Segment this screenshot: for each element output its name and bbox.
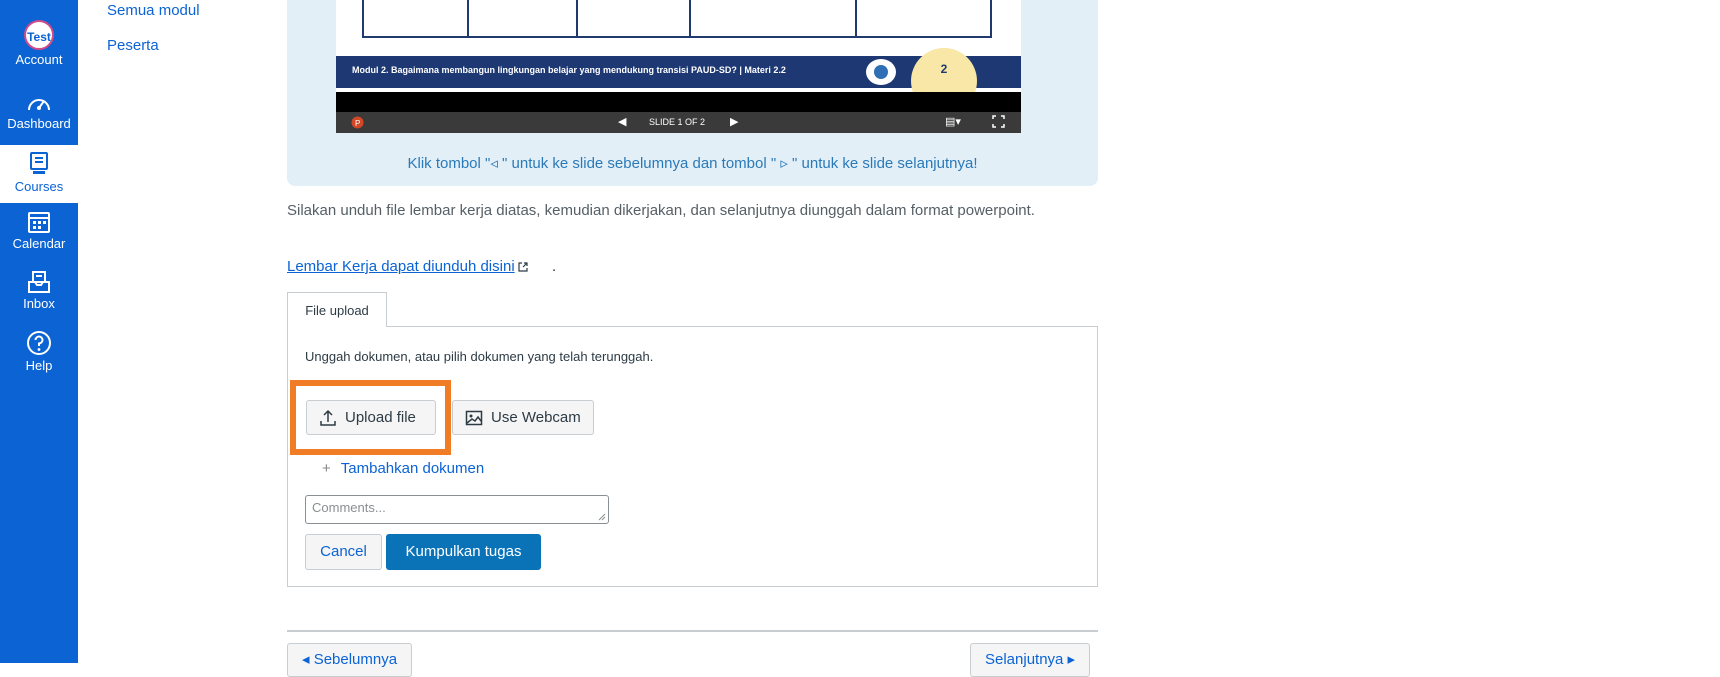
- slide-viewer: Modul 2. Bagaimana membangun lingkungan …: [336, 0, 1021, 133]
- comments-textarea[interactable]: Comments...: [305, 495, 609, 524]
- nav-calendar[interactable]: Calendar: [0, 210, 78, 268]
- calendar-icon: [28, 212, 50, 233]
- nav-inbox-label: Inbox: [23, 296, 55, 311]
- avatar-text: Test: [27, 30, 51, 44]
- highlight-box: [290, 380, 451, 455]
- add-document-label: Tambahkan dokumen: [340, 460, 485, 477]
- nav-dashboard-label: Dashboard: [7, 116, 71, 131]
- submit-assignment-button[interactable]: Kumpulkan tugas: [386, 534, 541, 570]
- courses-icon: [30, 152, 48, 174]
- slide-counter: SLIDE 1 OF 2: [649, 117, 706, 127]
- image-icon: [465, 410, 483, 426]
- worksheet-link[interactable]: Lembar Kerja dapat diunduh disini: [287, 258, 528, 275]
- powerpoint-icon[interactable]: P: [351, 116, 364, 132]
- tab-file-upload[interactable]: File upload: [287, 292, 387, 327]
- cancel-button[interactable]: Cancel: [305, 534, 382, 570]
- external-link-icon: [518, 262, 528, 272]
- nav-courses-label: Courses: [14, 179, 64, 194]
- resize-handle-icon[interactable]: [598, 513, 606, 521]
- nav-dashboard[interactable]: Dashboard: [0, 92, 78, 150]
- slide-page-number: 2: [940, 62, 948, 76]
- comments-placeholder: Comments...: [312, 500, 386, 515]
- course-nav-people[interactable]: Peserta: [107, 37, 159, 54]
- instruction-text: Silakan unduh file lembar kerja diatas, …: [287, 202, 1035, 219]
- slide-controls: P ◀ SLIDE 1 OF 2 ▶ ▤▾: [336, 112, 1021, 133]
- slide-menu-icon[interactable]: ▤▾: [945, 115, 961, 128]
- previous-button[interactable]: ◂ Sebelumnya: [287, 643, 413, 677]
- use-webcam-label: Use Webcam: [491, 409, 581, 426]
- slide-banner-text: Modul 2. Bagaimana membangun lingkungan …: [352, 65, 786, 75]
- nav-calendar-label: Calendar: [12, 236, 66, 251]
- worksheet-link-text: Lembar Kerja dapat diunduh disini: [287, 258, 515, 275]
- add-document-link[interactable]: + Tambahkan dokumen: [322, 460, 484, 477]
- upload-instruction: Unggah dokumen, atau pilih dokumen yang …: [305, 349, 654, 364]
- slide-letterbox: [336, 92, 1021, 112]
- worksheet-period: .: [552, 258, 557, 275]
- slide-prev-icon[interactable]: ◀: [618, 115, 626, 128]
- nav-account-label: Account: [15, 52, 63, 67]
- nav-account[interactable]: Test Account: [0, 20, 78, 78]
- fullscreen-icon[interactable]: [992, 115, 1005, 131]
- dashboard-icon: [28, 99, 50, 111]
- slide-table: [362, 0, 992, 38]
- nav-help-label: Help: [25, 358, 53, 373]
- nav-help[interactable]: Help: [0, 330, 78, 388]
- nav-courses[interactable]: Courses: [0, 145, 78, 203]
- divider: [287, 630, 1098, 632]
- nav-inbox[interactable]: Inbox: [0, 270, 78, 328]
- inbox-icon: [28, 271, 50, 293]
- account-avatar: Test: [24, 20, 54, 50]
- svg-text:P: P: [355, 119, 360, 128]
- help-icon: [27, 331, 51, 355]
- plus-icon: +: [322, 460, 331, 477]
- ministry-logo-icon: [866, 59, 896, 85]
- course-nav-modules[interactable]: Semua modul: [107, 2, 200, 19]
- use-webcam-button[interactable]: Use Webcam: [452, 400, 594, 435]
- global-nav: Test Account Dashboard Courses Calendar …: [0, 0, 78, 663]
- next-button[interactable]: Selanjutnya ▸: [970, 643, 1091, 677]
- slide-next-icon[interactable]: ▶: [730, 115, 738, 128]
- slide-hint: Klik tombol "◃ " untuk ke slide sebelumn…: [407, 155, 978, 172]
